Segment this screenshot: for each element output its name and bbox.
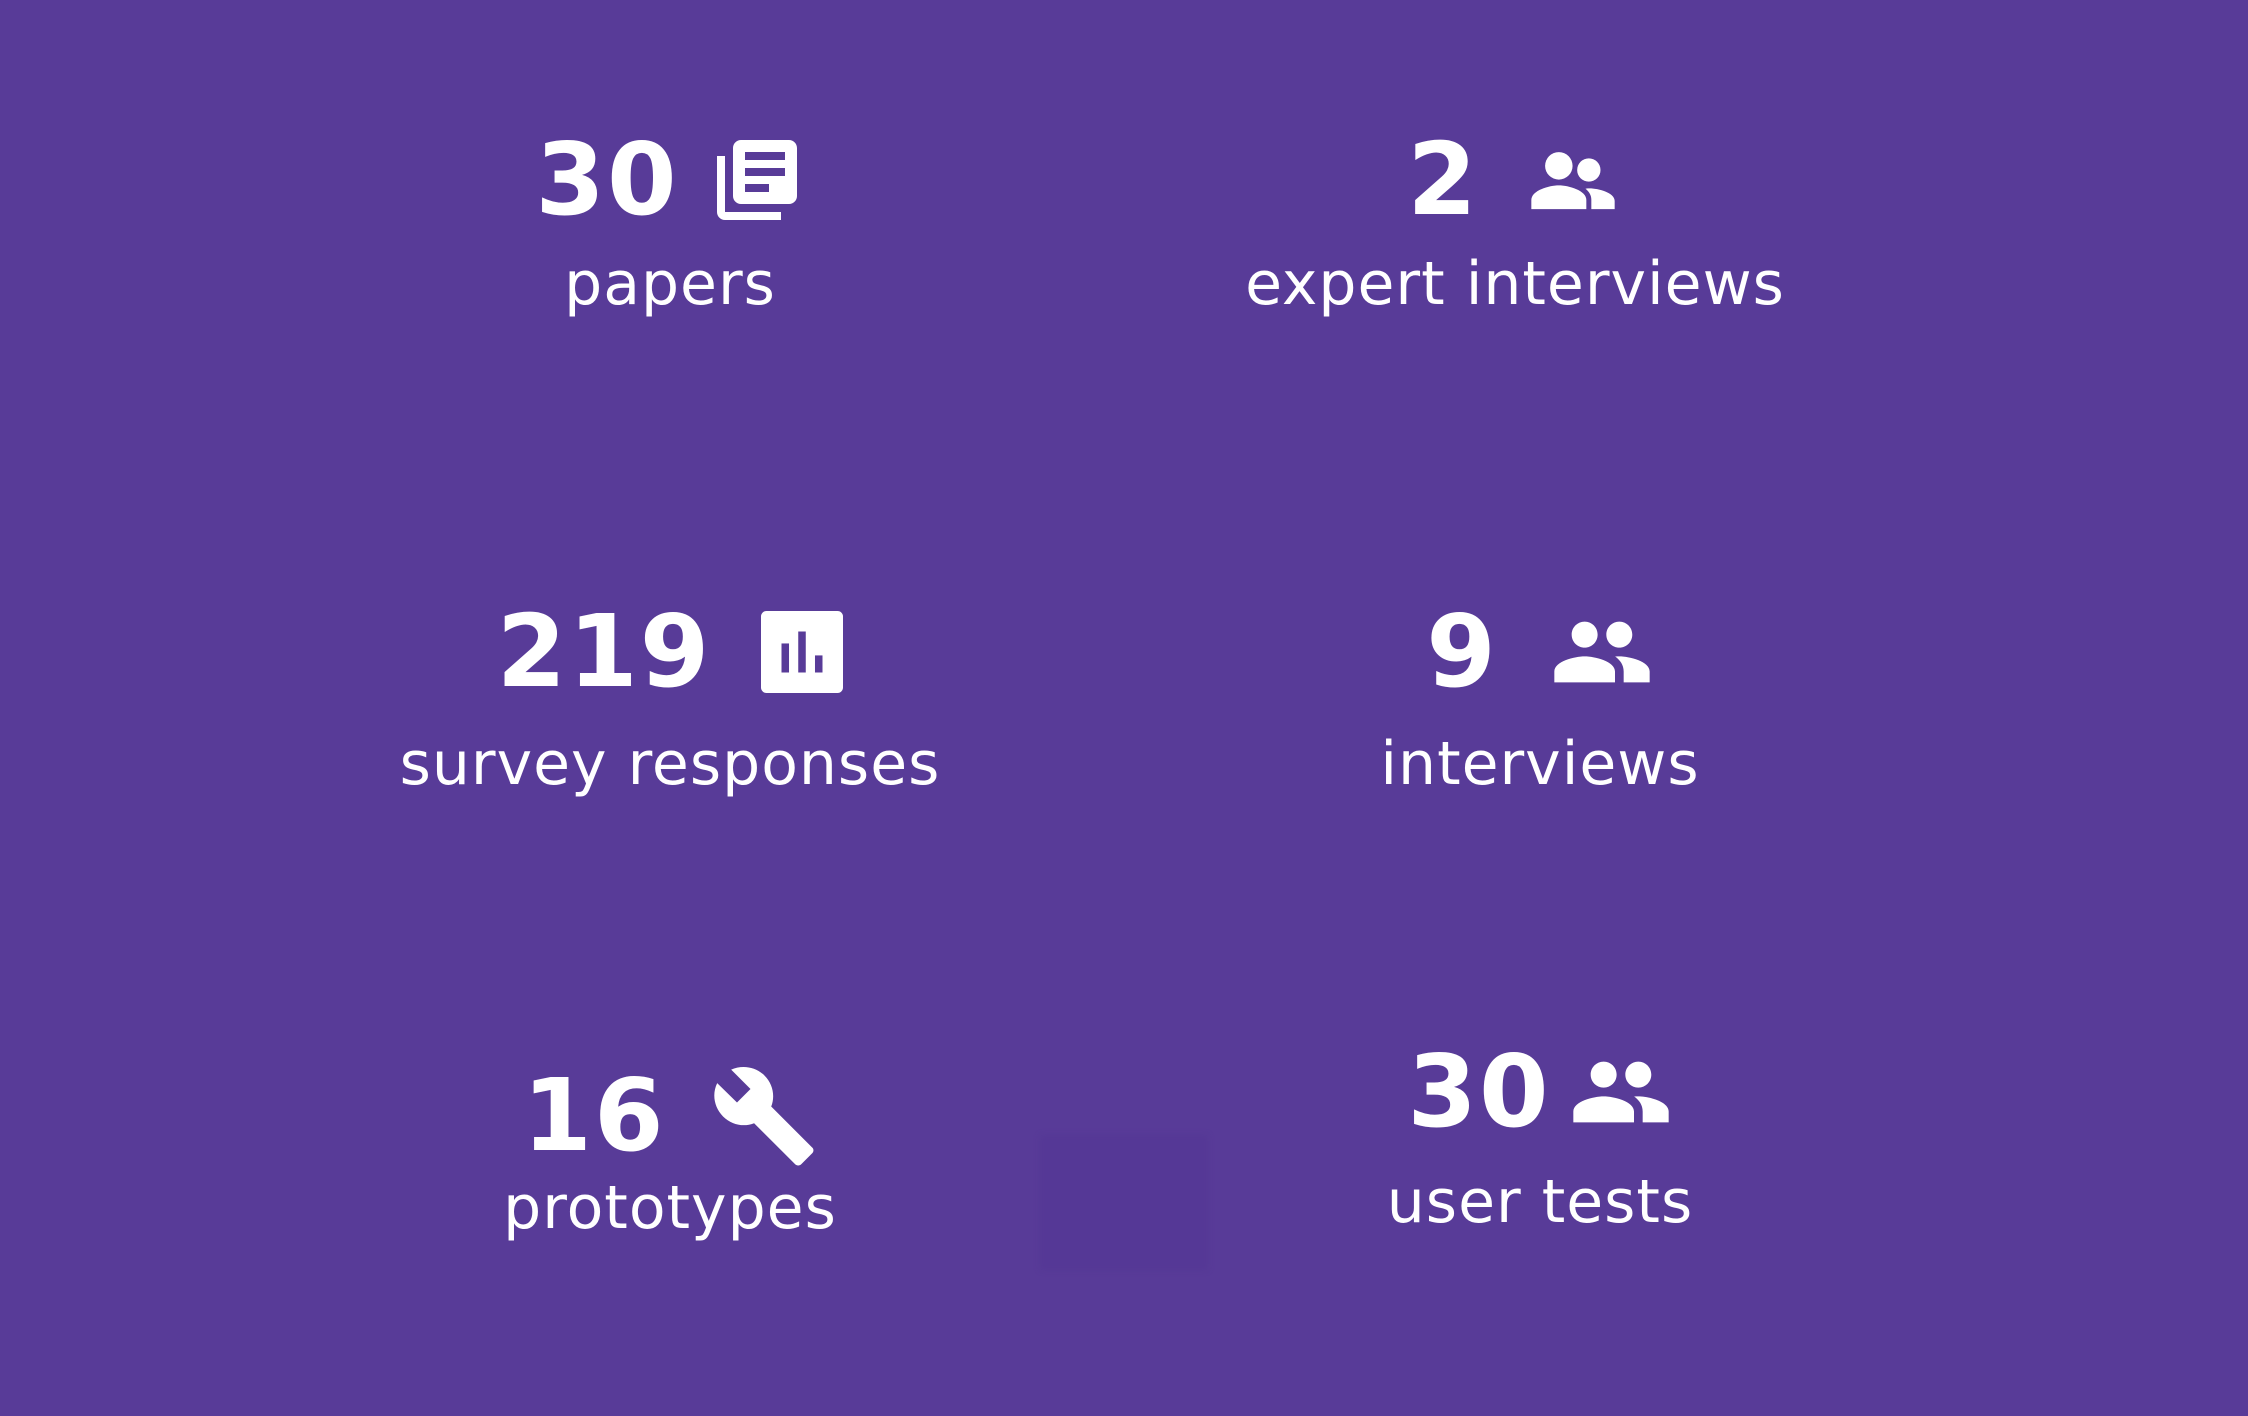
papers-icon	[709, 132, 805, 228]
people-icon	[1550, 600, 1654, 704]
stat-survey-responses: 219 survey responses	[380, 592, 960, 799]
stat-interviews-label: interviews	[1380, 729, 1700, 799]
stat-expert-interviews-label: expert interviews	[1245, 249, 1785, 319]
stat-interviews: 9 interviews	[1280, 592, 1800, 799]
stat-papers: 30 papers	[400, 120, 940, 314]
stat-survey-responses-number: 219	[496, 593, 712, 710]
faint-overlay-box	[1040, 1135, 1208, 1270]
stat-prototypes-number: 16	[522, 1057, 666, 1174]
stat-expert-interviews-number: 2	[1407, 121, 1479, 238]
stat-papers-number: 30	[535, 121, 679, 238]
wrench-icon	[710, 1062, 818, 1170]
stats-panel: 30 papers 2 expert interviews 219 survey…	[0, 0, 2248, 1416]
stat-interviews-number: 9	[1426, 593, 1498, 710]
stat-expert-interviews-header: 2	[1407, 120, 1623, 240]
stat-user-tests-label: user tests	[1386, 1167, 1694, 1237]
stat-user-tests-number: 30	[1407, 1033, 1551, 1150]
bar-chart-icon	[761, 611, 844, 693]
stat-prototypes: 16 prototypes	[400, 1056, 940, 1243]
stat-user-tests-header: 30	[1407, 1032, 1672, 1152]
stat-interviews-header: 9	[1426, 592, 1654, 712]
stat-papers-label: papers	[564, 249, 776, 319]
stat-prototypes-header: 16	[522, 1056, 817, 1176]
stat-papers-header: 30	[535, 120, 804, 240]
expert-people-icon	[1523, 130, 1623, 230]
stat-user-tests: 30 user tests	[1280, 1032, 1800, 1237]
stat-prototypes-label: prototypes	[503, 1173, 837, 1243]
stat-survey-responses-header: 219	[497, 592, 844, 712]
stat-survey-responses-label: survey responses	[399, 729, 941, 799]
people-icon	[1569, 1040, 1673, 1144]
stat-expert-interviews: 2 expert interviews	[1220, 120, 1810, 319]
